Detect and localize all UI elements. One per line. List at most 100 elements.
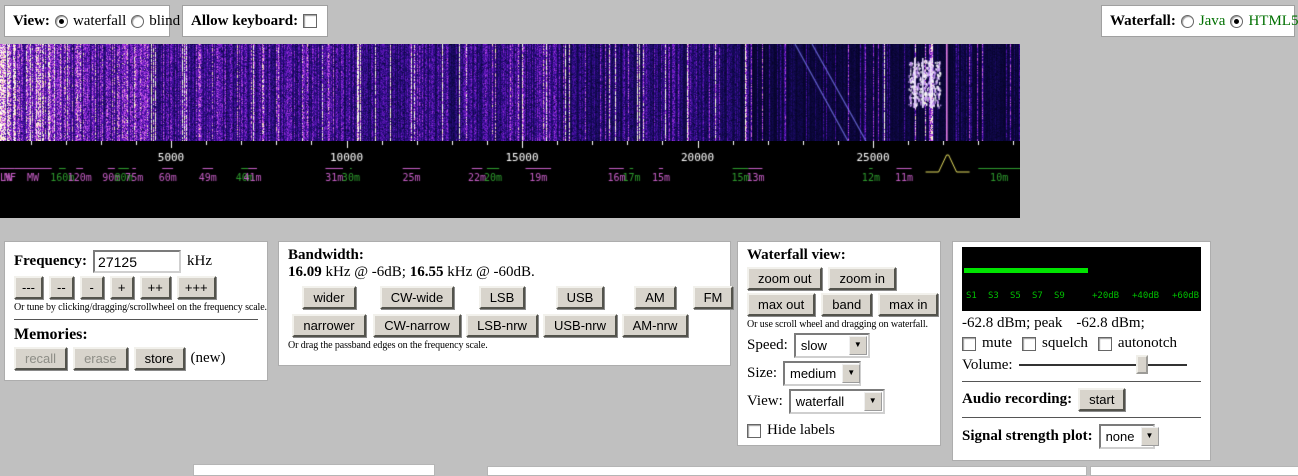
allow-keyboard-box: Allow keyboard: bbox=[182, 5, 328, 37]
hide-labels-checkbox[interactable] bbox=[747, 424, 761, 438]
view-waterfall-label[interactable]: waterfall bbox=[73, 13, 126, 30]
bandwidth-6db-value: 16.09 bbox=[288, 264, 322, 280]
s-meter-scale-label: S9 bbox=[1054, 291, 1065, 301]
chevron-down-icon[interactable]: ▼ bbox=[864, 392, 882, 411]
max-out-button[interactable]: max out bbox=[747, 293, 815, 316]
s-meter-scale-label: S3 bbox=[988, 291, 999, 301]
max-in-button[interactable]: max in bbox=[878, 293, 938, 316]
frequency-panel: Frequency: kHz ------++++++ Or tune by c… bbox=[4, 241, 268, 381]
bandwidth-lsb-button[interactable]: LSB bbox=[479, 286, 526, 309]
waterfall-canvas[interactable] bbox=[0, 44, 1020, 141]
audio-panel: S1S3S5S7S9+20dB+40dB+60dB -62.8 dBm; pea… bbox=[952, 241, 1211, 461]
frequency-hint: Or tune by clicking/dragging/scrollwheel… bbox=[14, 302, 258, 313]
waterfall-html5-radio[interactable] bbox=[1230, 15, 1243, 28]
bandwidth-readout: 16.09 kHz @ -6dB; 16.55 kHz @ -60dB. bbox=[288, 264, 721, 281]
squelch-label[interactable]: squelch bbox=[1042, 335, 1088, 352]
frequency-label: Frequency: bbox=[14, 253, 87, 270]
bandwidth-am-nrw-button[interactable]: AM-nrw bbox=[622, 314, 689, 337]
bandwidth-cw-wide-button[interactable]: CW-wide bbox=[380, 286, 455, 309]
s-meter-scale-label: +40dB bbox=[1132, 291, 1159, 301]
autonotch-checkbox[interactable] bbox=[1098, 337, 1112, 351]
allow-keyboard-checkbox[interactable] bbox=[303, 14, 317, 28]
size-value: medium bbox=[790, 366, 836, 381]
bandwidth-label: Bandwidth: bbox=[288, 247, 721, 264]
chevron-down-icon[interactable]: ▼ bbox=[849, 336, 867, 355]
volume-slider-track bbox=[1019, 364, 1187, 366]
waterfall-view-label: Waterfall view: bbox=[747, 247, 931, 264]
view-blind-radio[interactable] bbox=[131, 15, 144, 28]
s-meter-scale-label: +20dB bbox=[1092, 291, 1119, 301]
recording-start-button[interactable]: start bbox=[1078, 388, 1125, 411]
waterfall-display bbox=[0, 44, 1020, 218]
squelch-toggle: squelch bbox=[1022, 335, 1088, 352]
speed-label: Speed: bbox=[747, 337, 788, 354]
memories-buttons: recall erase store (new) bbox=[14, 347, 258, 370]
signal-peak-text: -62.8 dBm; bbox=[1076, 315, 1144, 332]
bandwidth-usb-nrw-button[interactable]: USB-nrw bbox=[543, 314, 617, 337]
signal-plot-value: none bbox=[1106, 429, 1135, 444]
mute-checkbox[interactable] bbox=[962, 337, 976, 351]
view-blind-label[interactable]: blind bbox=[149, 13, 180, 30]
bandwidth-cw-narrow-button[interactable]: CW-narrow bbox=[373, 314, 461, 337]
bandwidth-lsb-nrw-button[interactable]: LSB-nrw bbox=[466, 314, 538, 337]
next-row-panel-edge bbox=[487, 466, 1087, 476]
audio-toggles: mute squelch autonotch bbox=[962, 335, 1201, 352]
waterfall-java-label[interactable]: Java bbox=[1199, 13, 1226, 30]
frequency-scale[interactable] bbox=[0, 141, 1020, 218]
zoom-in-button[interactable]: zoom in bbox=[828, 267, 896, 290]
waterfall-java-radio[interactable] bbox=[1181, 15, 1194, 28]
frequency-unit: kHz bbox=[187, 253, 212, 270]
mute-label[interactable]: mute bbox=[982, 335, 1012, 352]
s-meter: S1S3S5S7S9+20dB+40dB+60dB bbox=[962, 247, 1201, 311]
bandwidth-usb-button[interactable]: USB bbox=[556, 286, 605, 309]
freq-step-button-0[interactable]: --- bbox=[14, 276, 43, 299]
waterfall-hint: Or use scroll wheel and dragging on wate… bbox=[747, 319, 931, 330]
frequency-input[interactable] bbox=[93, 250, 181, 273]
hide-labels-label[interactable]: Hide labels bbox=[767, 422, 835, 439]
bandwidth-wider-button[interactable]: wider bbox=[302, 286, 355, 309]
size-select[interactable]: medium ▼ bbox=[783, 361, 861, 386]
memory-recall-button[interactable]: recall bbox=[14, 347, 67, 370]
bandwidth-mid-text: kHz @ -6dB; bbox=[322, 264, 410, 280]
view-select[interactable]: waterfall ▼ bbox=[789, 389, 885, 414]
bandwidth-narrower-button[interactable]: narrower bbox=[292, 314, 365, 337]
waterfall-html5-label[interactable]: HTML5 bbox=[1248, 13, 1298, 30]
memories-label: Memories: bbox=[14, 326, 258, 344]
next-row-panel-edge bbox=[193, 464, 435, 476]
bandwidth-panel: Bandwidth: 16.09 kHz @ -6dB; 16.55 kHz @… bbox=[278, 241, 731, 366]
bandwidth-60db-value: 16.55 bbox=[410, 264, 444, 280]
freq-step-button-2[interactable]: - bbox=[80, 276, 104, 299]
memory-store-button[interactable]: store bbox=[134, 347, 185, 370]
speed-value: slow bbox=[801, 338, 827, 353]
s-meter-scale-label: S1 bbox=[966, 291, 977, 301]
s-meter-scale-label: S7 bbox=[1032, 291, 1043, 301]
autonotch-label[interactable]: autonotch bbox=[1118, 335, 1177, 352]
memory-erase-button[interactable]: erase bbox=[73, 347, 128, 370]
signal-plot-select[interactable]: none ▼ bbox=[1099, 424, 1155, 449]
waterfall-zoom-buttons: zoom out zoom in bbox=[747, 267, 931, 290]
bandwidth-am-button[interactable]: AM bbox=[634, 286, 676, 309]
view-label: View: bbox=[13, 13, 50, 30]
s-meter-scale-label: S5 bbox=[1010, 291, 1021, 301]
freq-step-button-4[interactable]: ++ bbox=[140, 276, 171, 299]
memories-note: (new) bbox=[191, 350, 226, 367]
waterfall-view-panel: Waterfall view: zoom out zoom in max out b… bbox=[737, 241, 941, 446]
view-waterfall-radio[interactable] bbox=[55, 15, 68, 28]
freq-step-button-1[interactable]: -- bbox=[49, 276, 74, 299]
bandwidth-end-text: kHz @ -60dB. bbox=[443, 264, 534, 280]
chevron-down-icon[interactable]: ▼ bbox=[842, 364, 860, 383]
zoom-out-button[interactable]: zoom out bbox=[747, 267, 822, 290]
volume-slider-thumb[interactable] bbox=[1136, 355, 1148, 374]
chevron-down-icon[interactable]: ▼ bbox=[1141, 427, 1159, 446]
view-select-label: View: bbox=[747, 393, 783, 410]
band-button[interactable]: band bbox=[821, 293, 872, 316]
squelch-checkbox[interactable] bbox=[1022, 337, 1036, 351]
s-meter-bar bbox=[964, 268, 1088, 273]
freq-step-button-3[interactable]: + bbox=[110, 276, 134, 299]
volume-slider[interactable] bbox=[1019, 355, 1187, 375]
bandwidth-fm-button[interactable]: FM bbox=[693, 286, 734, 309]
size-label: Size: bbox=[747, 365, 777, 382]
freq-step-button-5[interactable]: +++ bbox=[177, 276, 216, 299]
speed-select[interactable]: slow ▼ bbox=[794, 333, 870, 358]
bandwidth-buttons-row2: narrower CW-narrowLSB-nrwUSB-nrwAM-nrw bbox=[288, 314, 721, 337]
